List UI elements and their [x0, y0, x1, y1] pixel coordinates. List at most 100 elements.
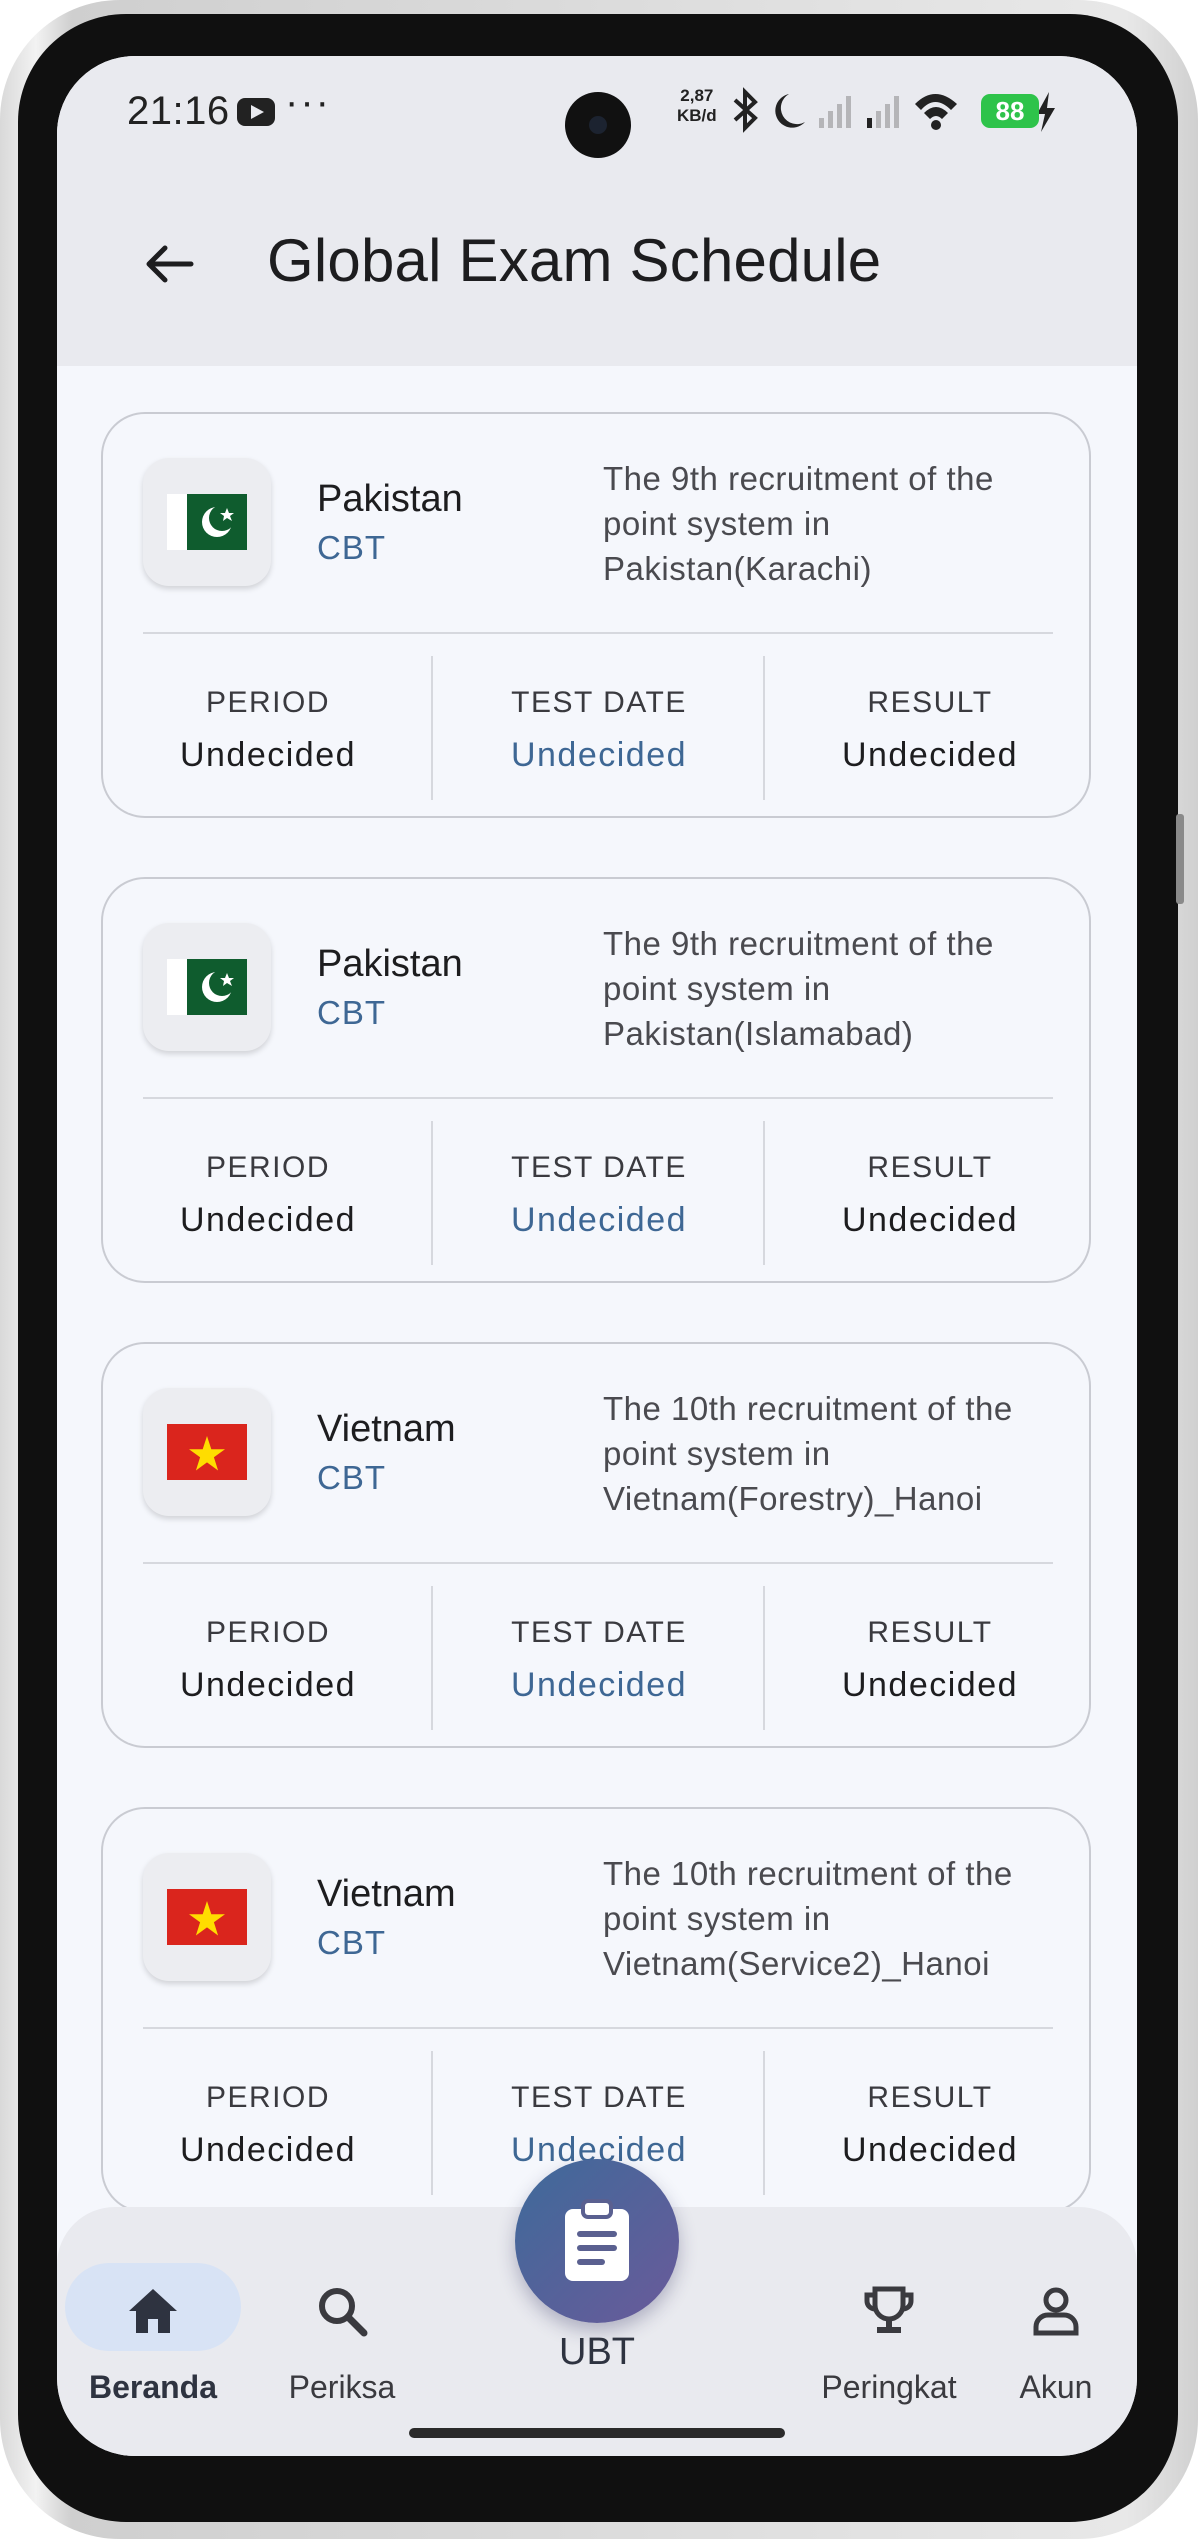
result-value: Undecided [841, 2131, 1019, 2169]
test-date-value: Undecided [510, 1201, 688, 1239]
network-speed: 2,87 KB/d [677, 86, 717, 126]
divider [143, 1562, 1053, 1564]
bottom-navigation: Beranda Periksa UBT Peringkat Akun [57, 2159, 1137, 2456]
period-value: Undecided [179, 2131, 357, 2169]
exam-description: The 10th recruitment of the point system… [603, 1855, 1013, 1982]
period-label: PERIOD [205, 2081, 331, 2114]
divider [143, 1097, 1053, 1099]
result-value: Undecided [841, 1666, 1019, 1704]
test-date-column: TEST DATE Undecided [434, 656, 764, 800]
nav-label-home: Beranda [88, 2369, 218, 2405]
period-column: PERIOD Undecided [103, 1586, 433, 1730]
period-label: PERIOD [205, 686, 331, 719]
test-date-label: TEST DATE [511, 2081, 687, 2114]
home-indicator[interactable] [409, 2428, 785, 2438]
result-label: RESULT [867, 686, 993, 719]
network-speed-value: 2,87 [680, 86, 714, 105]
front-camera [565, 92, 631, 158]
schedule-card[interactable]: Pakistan CBT The 9th recruitment of the … [101, 877, 1091, 1283]
schedule-card[interactable]: Pakistan CBT The 9th recruitment of the … [101, 412, 1091, 818]
exam-description: The 9th recruitment of the point system … [603, 925, 994, 1052]
exam-type: CBT [317, 1459, 386, 1496]
nav-label-ranking: Peringkat [821, 2369, 957, 2405]
result-value: Undecided [841, 1201, 1019, 1239]
search-icon [319, 2288, 368, 2337]
result-label: RESULT [867, 1616, 993, 1649]
test-date-column: TEST DATE Undecided [434, 1121, 764, 1265]
page-title: Global Exam Schedule [267, 227, 882, 294]
result-column: RESULT Undecided [765, 1121, 1089, 1265]
nav-item-search[interactable]: Periksa [257, 2263, 427, 2413]
result-label: RESULT [867, 1151, 993, 1184]
flag-container [143, 1853, 271, 1981]
back-arrow-icon[interactable] [139, 234, 199, 294]
home-icon [129, 2289, 177, 2333]
nav-item-home[interactable]: Beranda [57, 2263, 249, 2413]
vietnam-flag-icon [167, 1889, 247, 1945]
test-date-label: TEST DATE [511, 1151, 687, 1184]
period-column: PERIOD Undecided [103, 2051, 433, 2195]
network-speed-unit: KB/d [677, 106, 717, 125]
nav-label-account: Akun [1019, 2369, 1093, 2405]
phone-frame: 21:16 ··· 2,87 KB/d 88 Global Exam Sched… [0, 0, 1198, 2539]
flag-container [143, 458, 271, 586]
nav-label-search: Periksa [288, 2369, 396, 2405]
vietnam-flag-icon [167, 1424, 247, 1480]
clipboard-icon [565, 2199, 629, 2281]
test-date-value: Undecided [510, 1666, 688, 1704]
more-notifications-icon: ··· [285, 80, 331, 124]
flag-container [143, 923, 271, 1051]
period-column: PERIOD Undecided [103, 656, 433, 800]
nav-item-ranking[interactable]: Peringkat [794, 2263, 984, 2413]
period-label: PERIOD [205, 1151, 331, 1184]
exam-type: CBT [317, 994, 386, 1031]
result-column: RESULT Undecided [765, 656, 1089, 800]
test-date-label: TEST DATE [511, 686, 687, 719]
status-bar: 21:16 ··· 2,87 KB/d 88 [57, 56, 1137, 166]
signal-icon-1 [819, 96, 851, 128]
exam-type: CBT [317, 1924, 386, 1961]
result-column: RESULT Undecided [765, 1586, 1089, 1730]
wifi-icon [915, 94, 957, 130]
screen: 21:16 ··· 2,87 KB/d 88 Global Exam Sched… [57, 56, 1137, 2456]
period-value: Undecided [179, 1666, 357, 1704]
pakistan-flag-icon [167, 959, 247, 1015]
charging-icon [1037, 92, 1055, 132]
status-time: 21:16 [127, 89, 230, 133]
country-name: Vietnam [317, 1873, 456, 1915]
country-name: Vietnam [317, 1408, 456, 1450]
do-not-disturb-moon-icon [775, 94, 805, 128]
trophy-icon [864, 2286, 914, 2333]
person-icon [1033, 2287, 1079, 2336]
nav-label-ubt[interactable]: UBT [497, 2331, 697, 2374]
signal-icon-2 [867, 96, 899, 128]
flag-container [143, 1388, 271, 1516]
schedule-card[interactable]: Vietnam CBT The 10th recruitment of the … [101, 1807, 1091, 2213]
country-name: Pakistan [317, 943, 463, 985]
test-date-label: TEST DATE [511, 1616, 687, 1649]
test-date-value: Undecided [510, 736, 688, 774]
youtube-icon [237, 98, 275, 126]
app-bar: 21:16 ··· 2,87 KB/d 88 Global Exam Sched… [57, 56, 1137, 366]
exam-description: The 10th recruitment of the point system… [603, 1390, 1013, 1517]
period-value: Undecided [179, 1201, 357, 1239]
test-date-column: TEST DATE Undecided [434, 1586, 764, 1730]
result-value: Undecided [841, 736, 1019, 774]
period-label: PERIOD [205, 1616, 331, 1649]
ubt-fab-button[interactable] [515, 2159, 679, 2323]
volume-button [1176, 814, 1184, 904]
pakistan-flag-icon [167, 494, 247, 550]
period-column: PERIOD Undecided [103, 1121, 433, 1265]
schedule-card[interactable]: Vietnam CBT The 10th recruitment of the … [101, 1342, 1091, 1748]
result-column: RESULT Undecided [765, 2051, 1089, 2195]
exam-description: The 9th recruitment of the point system … [603, 460, 994, 587]
battery-indicator: 88 [981, 94, 1039, 128]
exam-type: CBT [317, 529, 386, 566]
country-name: Pakistan [317, 478, 463, 520]
result-label: RESULT [867, 2081, 993, 2114]
divider [143, 632, 1053, 634]
period-value: Undecided [179, 736, 357, 774]
nav-item-account[interactable]: Akun [971, 2263, 1137, 2413]
bluetooth-icon [733, 87, 758, 133]
divider [143, 2027, 1053, 2029]
